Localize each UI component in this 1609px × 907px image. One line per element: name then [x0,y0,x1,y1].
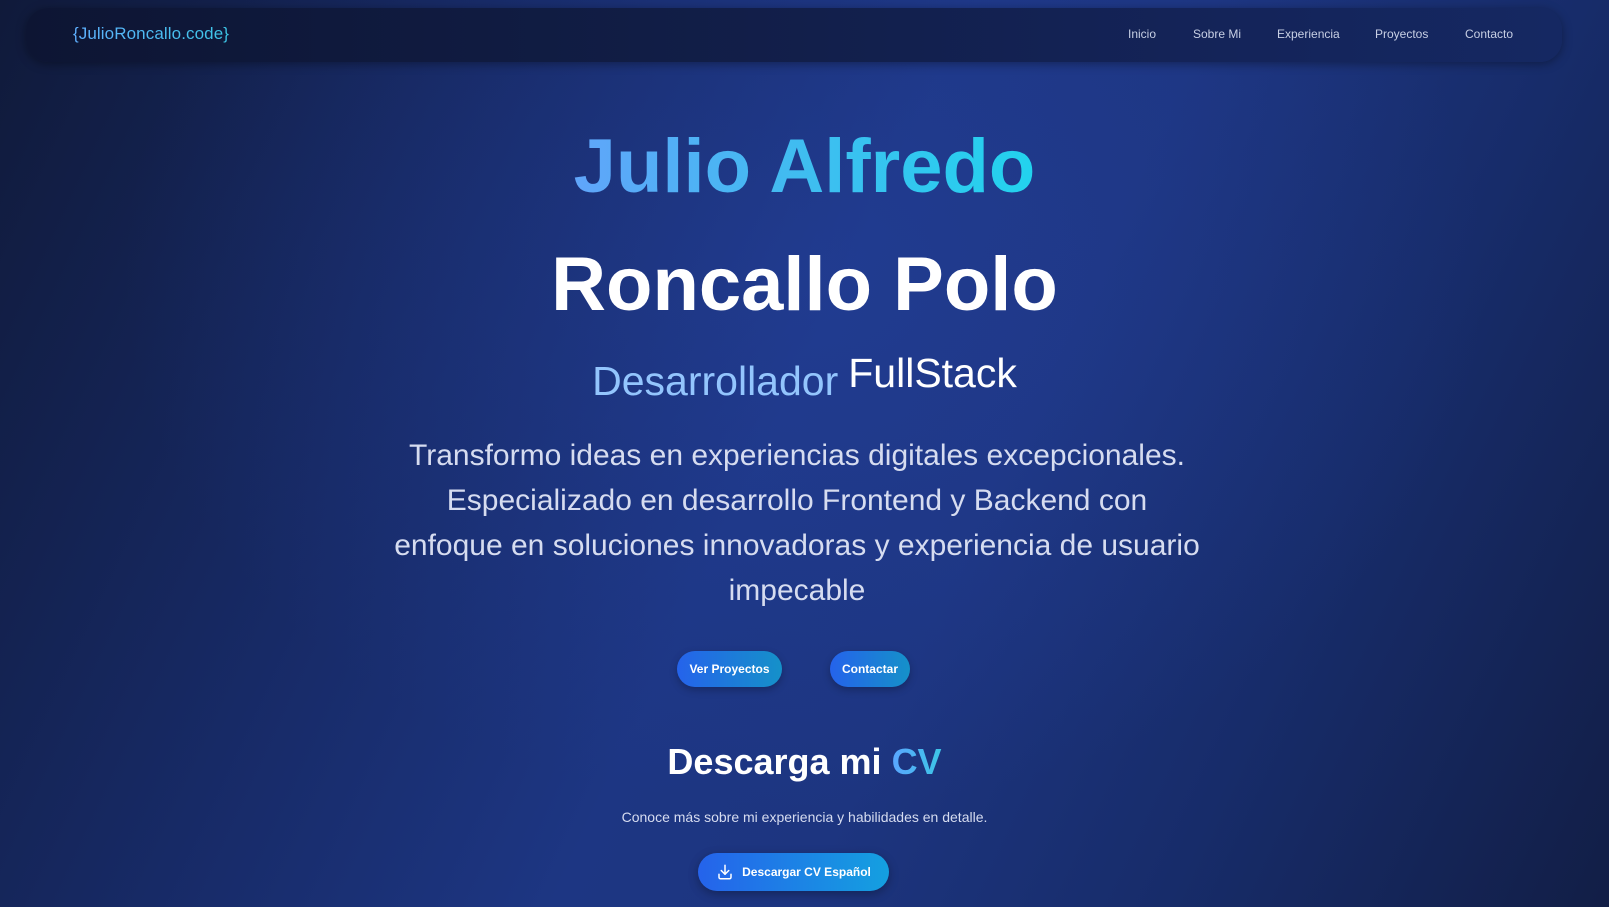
hero-role-suffix: FullStack [848,350,1017,396]
hero-name-first-text: Julio Alfredo [573,124,1036,209]
nav-link-proyectos[interactable]: Proyectos [1375,27,1428,41]
download-cv-label: Descargar CV Español [742,865,871,879]
nav-link-contacto[interactable]: Contacto [1465,27,1513,41]
hero-name-last: Roncallo Polo [551,242,1058,327]
hero-name-first: Julio Alfredo [0,122,1609,212]
download-icon [718,864,732,880]
contact-button[interactable]: Contactar [830,651,910,687]
download-cv-button[interactable]: Descargar CV Español [698,853,889,891]
hero-role-prefix: Desarrollador [592,358,839,404]
hero-role: Desarrollador FullStack [0,350,1609,412]
nav-link-experiencia[interactable]: Experiencia [1277,27,1340,41]
nav-link-inicio[interactable]: Inicio [1128,27,1156,41]
nav-links: Inicio Sobre Mi Experiencia Proyectos Co… [26,27,1562,43]
nav-link-sobre-mi[interactable]: Sobre Mi [1193,27,1241,41]
cv-subtitle: Conoce más sobre mi experiencia y habili… [621,809,988,825]
hero-tagline: Transformo ideas en experiencias digital… [394,439,1200,607]
view-projects-button[interactable]: Ver Proyectos [677,651,782,687]
cv-title-accent: CV [891,741,942,782]
navbar: {JulioRoncallo.code} Inicio Sobre Mi Exp… [26,8,1562,62]
cv-title-main: Descarga mi [667,741,882,782]
cv-title: Descarga mi CV [0,739,1609,785]
